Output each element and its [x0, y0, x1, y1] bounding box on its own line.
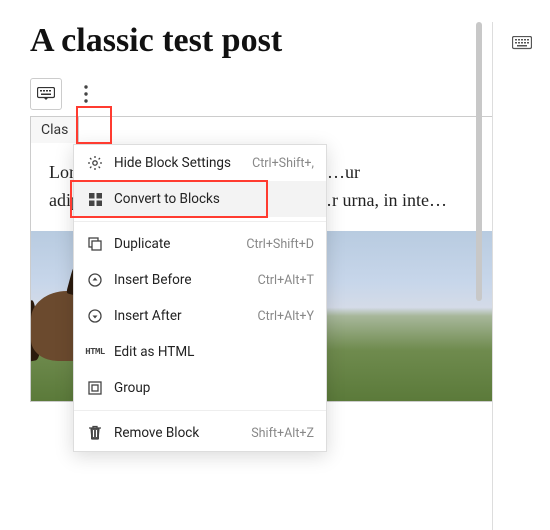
more-vertical-icon: [84, 85, 88, 103]
menu-item-convert-to-blocks[interactable]: Convert to Blocks: [74, 181, 326, 217]
block-type-tab: Clas: [30, 116, 79, 143]
menu-item-label: Convert to Blocks: [114, 191, 314, 207]
keyboard-icon: [37, 87, 55, 101]
post-title[interactable]: A classic test post: [30, 22, 520, 60]
block-toolbar: [30, 78, 520, 110]
menu-item-insert-after[interactable]: Insert AfterCtrl+Alt+Y: [74, 298, 326, 334]
trash-icon: [86, 424, 104, 442]
menu-item-shortcut: Ctrl+Alt+T: [258, 273, 314, 288]
duplicate-icon: [86, 235, 104, 253]
html-icon: HTML: [86, 343, 104, 361]
block-options-menu: Hide Block SettingsCtrl+Shift+, Convert t…: [73, 144, 327, 452]
keyboard-input-button[interactable]: [30, 78, 62, 110]
grid-icon: [86, 190, 104, 208]
menu-item-label: Group: [114, 380, 314, 396]
menu-item-insert-before[interactable]: Insert BeforeCtrl+Alt+T: [74, 262, 326, 298]
menu-item-hide-block-settings[interactable]: Hide Block SettingsCtrl+Shift+,: [74, 145, 326, 181]
menu-item-shortcut: Ctrl+Shift+D: [246, 237, 314, 252]
menu-item-label: Hide Block Settings: [114, 155, 252, 171]
more-options-button[interactable]: [72, 80, 100, 108]
menu-item-label: Duplicate: [114, 236, 246, 252]
menu-separator: [74, 410, 326, 411]
menu-item-shortcut: Ctrl+Shift+,: [252, 156, 314, 171]
menu-item-shortcut: Ctrl+Alt+Y: [258, 309, 314, 324]
menu-item-remove-block[interactable]: Remove BlockShift+Alt+Z: [74, 415, 326, 451]
right-sidebar: [492, 22, 550, 530]
menu-item-duplicate[interactable]: DuplicateCtrl+Shift+D: [74, 226, 326, 262]
menu-item-label: Remove Block: [114, 425, 251, 441]
menu-item-group[interactable]: Group: [74, 370, 326, 406]
insert-after-icon: [86, 307, 104, 325]
gear-icon: [86, 154, 104, 172]
menu-separator: [74, 221, 326, 222]
keyboard-icon: [512, 36, 532, 50]
menu-item-label: Insert Before: [114, 272, 258, 288]
insert-before-icon: [86, 271, 104, 289]
menu-item-shortcut: Shift+Alt+Z: [251, 426, 314, 441]
group-icon: [86, 379, 104, 397]
menu-item-edit-as-html[interactable]: HTML Edit as HTML: [74, 334, 326, 370]
menu-item-label: Edit as HTML: [114, 344, 314, 360]
menu-item-label: Insert After: [114, 308, 258, 324]
scrollbar[interactable]: [476, 22, 482, 301]
